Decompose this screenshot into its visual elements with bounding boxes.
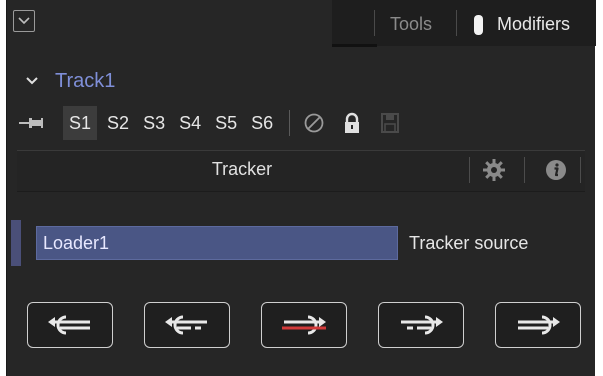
track-forward-from-frame-icon bbox=[401, 315, 443, 335]
version-toolbar: S1 S2 S3 S4 S5 S6 bbox=[17, 106, 416, 140]
info-icon bbox=[546, 160, 566, 180]
tracker-source-row: Loader1 Tracker source bbox=[11, 220, 591, 266]
disable-icon bbox=[304, 113, 324, 133]
settings-button[interactable] bbox=[479, 155, 509, 185]
track-forward-from-frame-button[interactable] bbox=[378, 302, 464, 348]
version-s4[interactable]: S4 bbox=[175, 106, 205, 140]
tab-shadow bbox=[332, 44, 377, 47]
chevron-down-icon[interactable] bbox=[25, 76, 39, 86]
tracker-source-label: Tracker source bbox=[409, 233, 529, 253]
version-s2[interactable]: S2 bbox=[103, 106, 133, 140]
track-forward-button[interactable] bbox=[495, 302, 581, 348]
panel-header: Tools Modifiers bbox=[7, 0, 596, 56]
track-name: Track1 bbox=[55, 69, 116, 92]
tab-divider bbox=[524, 157, 525, 183]
tab-divider bbox=[374, 10, 375, 36]
pin-icon bbox=[19, 118, 43, 128]
tab-tools[interactable]: Tools bbox=[390, 14, 432, 35]
save-button[interactable] bbox=[378, 109, 402, 137]
stop-tracking-icon bbox=[282, 315, 326, 335]
collapse-button[interactable] bbox=[13, 10, 35, 32]
tracker-source-input[interactable]: Loader1 bbox=[36, 226, 398, 260]
tab-modifiers-label: Modifiers bbox=[497, 14, 571, 34]
track-reverse-button[interactable] bbox=[27, 302, 113, 348]
tracking-buttons bbox=[27, 302, 587, 352]
info-button[interactable] bbox=[541, 155, 571, 185]
toolbar-divider bbox=[289, 110, 291, 136]
version-s1[interactable]: S1 bbox=[63, 106, 98, 140]
track-reverse-from-frame-icon bbox=[165, 315, 207, 335]
tab-divider bbox=[580, 157, 581, 183]
version-s5[interactable]: S5 bbox=[211, 106, 241, 140]
active-tab-indicator-icon bbox=[474, 14, 483, 35]
track-reverse-icon bbox=[48, 315, 90, 335]
chevron-down-icon bbox=[18, 17, 30, 25]
lock-button[interactable] bbox=[340, 109, 364, 137]
track-header[interactable]: Track1 bbox=[25, 68, 115, 94]
modifiers-panel: Tools Modifiers Track1 S1 S2 S3 S4 S5 S6 bbox=[6, 0, 596, 376]
version-s6[interactable]: S6 bbox=[247, 106, 277, 140]
stop-tracking-button[interactable] bbox=[261, 302, 347, 348]
track-reverse-from-frame-button[interactable] bbox=[144, 302, 230, 348]
lock-icon bbox=[345, 112, 360, 133]
tab-modifiers[interactable]: Modifiers bbox=[474, 14, 570, 35]
source-accent-bar bbox=[11, 220, 21, 266]
tab-divider bbox=[456, 10, 457, 36]
tab-divider bbox=[469, 157, 470, 183]
version-s3[interactable]: S3 bbox=[139, 106, 169, 140]
track-forward-icon bbox=[518, 315, 560, 335]
save-icon bbox=[381, 113, 400, 133]
disable-button[interactable] bbox=[302, 109, 326, 137]
gear-icon bbox=[483, 159, 505, 181]
tab-tracker[interactable]: Tracker bbox=[17, 151, 467, 187]
pin-button[interactable] bbox=[17, 108, 47, 138]
tracker-tab-bar: Tracker bbox=[17, 150, 585, 192]
